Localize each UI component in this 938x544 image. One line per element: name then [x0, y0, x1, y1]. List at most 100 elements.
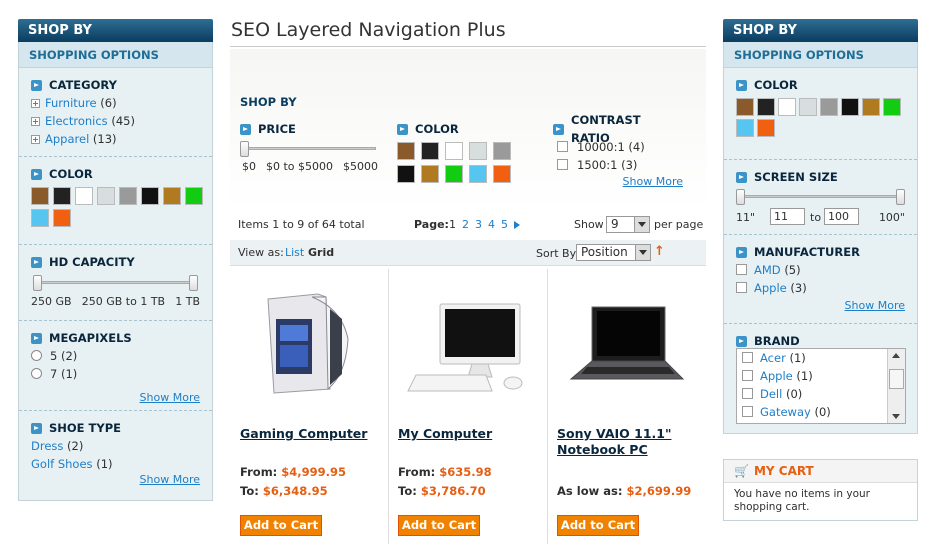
- color-swatch[interactable]: [469, 165, 487, 183]
- brand-option[interactable]: Apple (1): [737, 367, 905, 385]
- color-swatch[interactable]: [141, 187, 159, 205]
- color-swatch[interactable]: [397, 142, 415, 160]
- manufacturer-link-amd[interactable]: AMD: [754, 263, 781, 277]
- page-link[interactable]: 2: [462, 218, 469, 231]
- checkbox[interactable]: [742, 388, 753, 399]
- scrollbar[interactable]: [887, 349, 905, 423]
- color-swatch[interactable]: [31, 209, 49, 227]
- slider-max-handle[interactable]: [896, 189, 905, 205]
- checkbox[interactable]: [736, 264, 747, 275]
- checkbox[interactable]: [557, 159, 568, 170]
- show-more-link[interactable]: Show More: [140, 473, 200, 486]
- megapixels-option[interactable]: 7 (1): [31, 365, 200, 383]
- show-more-link[interactable]: Show More: [140, 391, 200, 404]
- color-swatch[interactable]: [736, 98, 754, 116]
- color-swatch[interactable]: [397, 165, 415, 183]
- slider-min-handle[interactable]: [240, 141, 249, 157]
- checkbox[interactable]: [742, 352, 753, 363]
- color-swatch[interactable]: [53, 187, 71, 205]
- scrollbar-thumb[interactable]: [889, 369, 904, 389]
- color-swatch[interactable]: [841, 98, 859, 116]
- color-swatch[interactable]: [119, 187, 137, 205]
- checkbox[interactable]: [736, 282, 747, 293]
- color-swatch[interactable]: [163, 187, 181, 205]
- product-image[interactable]: [547, 279, 697, 399]
- view-list-link[interactable]: List: [285, 246, 304, 259]
- radio-button[interactable]: [31, 350, 42, 361]
- hd-capacity-slider[interactable]: [33, 275, 198, 291]
- color-swatch[interactable]: [820, 98, 838, 116]
- checkbox[interactable]: [742, 406, 753, 417]
- color-swatch[interactable]: [493, 142, 511, 160]
- page-link[interactable]: 4: [488, 218, 495, 231]
- show-more-link[interactable]: Show More: [623, 175, 683, 188]
- manufacturer-option[interactable]: AMD (5): [736, 261, 905, 279]
- brand-option[interactable]: Acer (1): [737, 349, 905, 367]
- shoe-type-link-dress[interactable]: Dress: [31, 439, 63, 453]
- add-to-cart-button[interactable]: Add to Cart: [240, 515, 322, 536]
- screen-size-slider[interactable]: [736, 189, 905, 205]
- brand-link-dell[interactable]: Dell: [760, 387, 782, 401]
- scroll-up-icon[interactable]: [892, 353, 900, 358]
- checkbox[interactable]: [557, 141, 568, 152]
- category-link-furniture[interactable]: Furniture: [45, 96, 97, 110]
- color-swatch[interactable]: [53, 209, 71, 227]
- brand-link-gateway[interactable]: Gateway: [760, 405, 811, 419]
- color-swatch[interactable]: [862, 98, 880, 116]
- range-from-input[interactable]: 11: [770, 208, 805, 225]
- color-swatch[interactable]: [31, 187, 49, 205]
- brand-option[interactable]: Gateway (0): [737, 403, 905, 421]
- slider-min-handle[interactable]: [33, 275, 42, 291]
- next-page-icon[interactable]: [514, 221, 520, 229]
- color-swatch[interactable]: [493, 165, 511, 183]
- color-swatch[interactable]: [445, 142, 463, 160]
- color-swatch[interactable]: [778, 98, 796, 116]
- color-swatch[interactable]: [421, 142, 439, 160]
- scroll-down-icon[interactable]: [892, 414, 900, 419]
- megapixels-option[interactable]: 5 (2): [31, 347, 200, 365]
- category-link-electronics[interactable]: Electronics: [45, 114, 108, 128]
- sort-direction-icon[interactable]: ↑: [654, 244, 665, 259]
- add-to-cart-button[interactable]: Add to Cart: [557, 515, 639, 536]
- color-swatch[interactable]: [757, 119, 775, 137]
- expand-icon[interactable]: [31, 117, 40, 126]
- product-name-link[interactable]: My Computer: [398, 426, 538, 442]
- page-link[interactable]: 3: [475, 218, 482, 231]
- price-slider[interactable]: [240, 141, 376, 157]
- add-to-cart-button[interactable]: Add to Cart: [398, 515, 480, 536]
- color-swatch[interactable]: [75, 187, 93, 205]
- range-to-input[interactable]: 100: [824, 208, 859, 225]
- sort-by-select[interactable]: Position: [576, 244, 651, 261]
- brand-option[interactable]: Dell (0): [737, 385, 905, 403]
- expand-icon[interactable]: [31, 99, 40, 108]
- color-swatch[interactable]: [97, 187, 115, 205]
- shoe-type-link-golf-shoes[interactable]: Golf Shoes: [31, 457, 93, 471]
- color-swatch[interactable]: [799, 98, 817, 116]
- expand-icon[interactable]: [31, 135, 40, 144]
- color-swatch[interactable]: [445, 165, 463, 183]
- product-name-link[interactable]: Sony VAIO 11.1" Notebook PC: [557, 426, 697, 458]
- brand-link-acer[interactable]: Acer: [760, 351, 786, 365]
- color-swatch[interactable]: [757, 98, 775, 116]
- slider-max-handle[interactable]: [189, 275, 198, 291]
- page-link[interactable]: 5: [501, 218, 508, 231]
- radio-button[interactable]: [31, 368, 42, 379]
- color-swatch[interactable]: [736, 119, 754, 137]
- color-swatch[interactable]: [421, 165, 439, 183]
- checkbox[interactable]: [742, 370, 753, 381]
- brand-link-apple[interactable]: Apple: [760, 369, 793, 383]
- manufacturer-option[interactable]: Apple (3): [736, 279, 905, 297]
- product-image[interactable]: [230, 279, 380, 399]
- contrast-option[interactable]: 1500:1 (3): [557, 156, 683, 174]
- manufacturer-link-apple[interactable]: Apple: [754, 281, 787, 295]
- color-swatch[interactable]: [469, 142, 487, 160]
- brand-list[interactable]: Acer (1) Apple (1) Dell (0) Gateway (0): [736, 348, 906, 424]
- color-swatch[interactable]: [883, 98, 901, 116]
- per-page-select[interactable]: 9: [606, 216, 650, 233]
- category-link-apparel[interactable]: Apparel: [45, 132, 89, 146]
- color-swatch[interactable]: [185, 187, 203, 205]
- product-image[interactable]: [388, 279, 538, 399]
- show-more-link[interactable]: Show More: [845, 299, 905, 312]
- slider-min-handle[interactable]: [736, 189, 745, 205]
- product-name-link[interactable]: Gaming Computer: [240, 426, 380, 442]
